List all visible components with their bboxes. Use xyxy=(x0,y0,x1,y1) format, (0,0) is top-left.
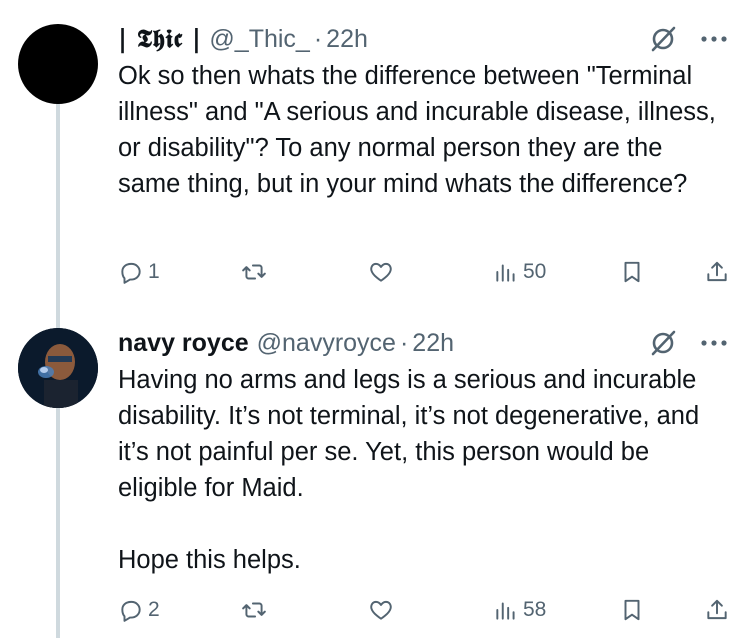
reply-button[interactable]: 2 xyxy=(118,590,160,630)
like-icon xyxy=(370,262,392,282)
tweet[interactable]: | 𝕿𝖍𝖎𝖈 | @_Thic_ · 22h Ok so then whats … xyxy=(0,0,750,310)
tweet[interactable]: navy royce @navyroyce · 22h Having no ar… xyxy=(0,318,750,644)
separator: · xyxy=(313,24,323,53)
retweet-button[interactable] xyxy=(241,252,267,292)
avatar-image xyxy=(18,328,98,408)
user-handle[interactable]: @_Thic_ xyxy=(209,25,309,54)
views-icon xyxy=(496,264,515,282)
more-icon[interactable] xyxy=(697,24,731,54)
avatar[interactable] xyxy=(18,24,98,104)
share-button[interactable] xyxy=(704,252,730,292)
user-handle[interactable]: @navyroyce xyxy=(257,329,396,358)
bookmark-icon xyxy=(624,599,640,621)
reply-icon xyxy=(121,600,141,622)
display-name[interactable]: navy royce xyxy=(118,329,249,358)
share-button[interactable] xyxy=(704,590,730,630)
bookmark-button[interactable] xyxy=(619,590,645,630)
views-button[interactable]: 50 xyxy=(493,252,546,292)
like-button[interactable] xyxy=(368,252,394,292)
views-icon xyxy=(496,602,515,620)
like-button[interactable] xyxy=(368,590,394,630)
reply-count: 2 xyxy=(148,598,160,621)
retweet-icon xyxy=(242,264,266,280)
display-name[interactable]: | 𝕿𝖍𝖎𝖈 | xyxy=(118,24,201,54)
views-count: 50 xyxy=(523,260,547,283)
like-icon xyxy=(370,600,392,620)
views-button[interactable]: 58 xyxy=(493,590,546,630)
grok-icon[interactable] xyxy=(648,328,678,358)
tweet-header: navy royce @navyroyce · 22h xyxy=(118,326,454,360)
grok-icon[interactable] xyxy=(648,24,678,54)
tweet-actions: 2 58 xyxy=(0,590,750,630)
share-icon xyxy=(707,261,727,282)
reply-button[interactable]: 1 xyxy=(118,252,160,292)
tweet-text: Having no arms and legs is a serious and… xyxy=(118,366,700,574)
avatar[interactable] xyxy=(18,328,98,408)
bookmark-icon xyxy=(624,261,640,283)
tweet-header: | 𝕿𝖍𝖎𝖈 | @_Thic_ · 22h xyxy=(118,22,368,56)
retweet-button[interactable] xyxy=(241,590,267,630)
reply-count: 1 xyxy=(148,260,160,283)
tweet-actions: 1 50 xyxy=(0,252,750,292)
separator: · xyxy=(399,328,409,357)
share-icon xyxy=(707,599,727,620)
views-count: 58 xyxy=(523,598,547,621)
more-icon[interactable] xyxy=(697,328,731,358)
tweet-text: Ok so then whats the difference between … xyxy=(118,62,723,198)
timestamp[interactable]: 22h xyxy=(412,329,454,358)
bookmark-button[interactable] xyxy=(619,252,645,292)
timestamp[interactable]: 22h xyxy=(326,25,368,54)
retweet-icon xyxy=(242,602,266,618)
reply-icon xyxy=(121,262,141,284)
